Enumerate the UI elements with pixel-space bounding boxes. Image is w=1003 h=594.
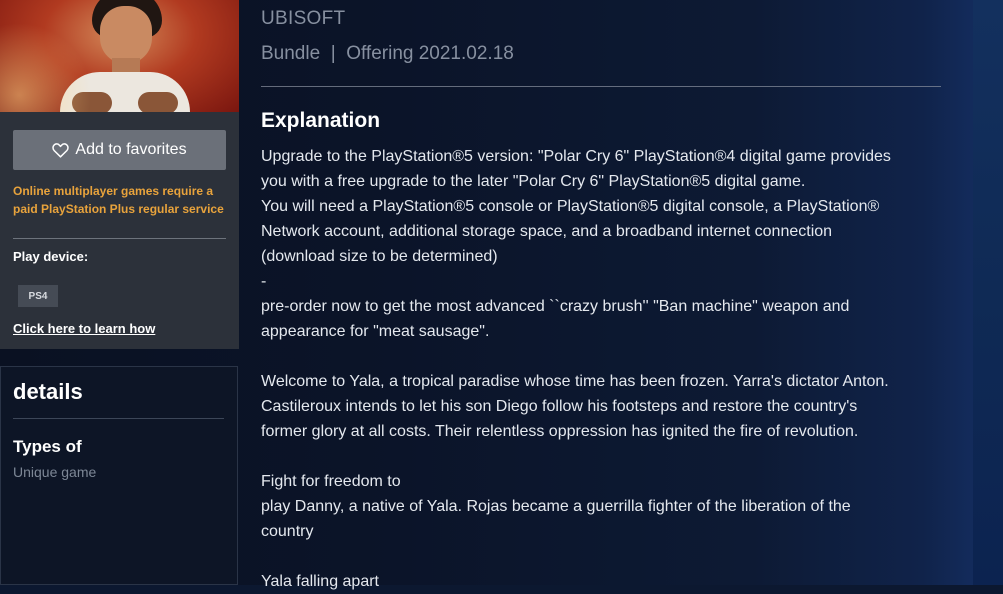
types-value: Unique game: [13, 464, 97, 480]
product-meta: Bundle | Offering 2021.02.18: [261, 43, 514, 64]
details-title: details: [13, 379, 83, 404]
explanation-line: appearance for "meat sausage".: [261, 323, 490, 340]
types-label: Types of: [13, 437, 82, 456]
heart-outline-icon: [52, 142, 70, 158]
add-to-favorites-button[interactable]: Add to favorites: [13, 130, 226, 170]
explanation-line: Network account, additional storage spac…: [261, 223, 833, 240]
game-cover-art: [0, 0, 239, 112]
explanation-line: Fight for freedom to: [261, 473, 401, 490]
explanation-line: pre-order now to get the most advanced `…: [261, 298, 850, 315]
explanation-body: Upgrade to the PlayStation®5 version: "P…: [261, 144, 951, 594]
play-device-label: Play device:: [13, 249, 89, 264]
explanation-line: you with a free upgrade to the later "Po…: [261, 173, 806, 190]
learn-how-link[interactable]: Click here to learn how: [13, 321, 155, 336]
explanation-line: Yala falling apart: [261, 573, 379, 590]
explanation-line: (download size to be determined): [261, 248, 498, 265]
explanation-line: Welcome to Yala, a tropical paradise who…: [261, 373, 889, 390]
header-divider: [261, 86, 941, 87]
explanation-line: play Danny, a native of Yala. Rojas beca…: [261, 498, 851, 515]
explanation-line: -: [261, 273, 267, 290]
explanation-line: former glory at all costs. Their relentl…: [261, 423, 859, 440]
explanation-line: Upgrade to the PlayStation®5 version: "P…: [261, 148, 891, 165]
explanation-line: Castileroux intends to let his son Diego…: [261, 398, 858, 415]
details-divider: [13, 418, 224, 419]
explanation-heading: Explanation: [261, 109, 381, 132]
right-edge-band: [973, 0, 1003, 585]
explanation-line: You will need a PlayStation®5 console or…: [261, 198, 880, 215]
add-to-favorites-label: Add to favorites: [75, 141, 187, 158]
psplus-notice: Online multiplayer games require a paid …: [13, 184, 224, 216]
sidebar-divider: [13, 238, 226, 239]
platform-badge: PS4: [18, 285, 58, 307]
explanation-line: country: [261, 523, 314, 540]
publisher-name: UBISOFT: [261, 8, 346, 29]
